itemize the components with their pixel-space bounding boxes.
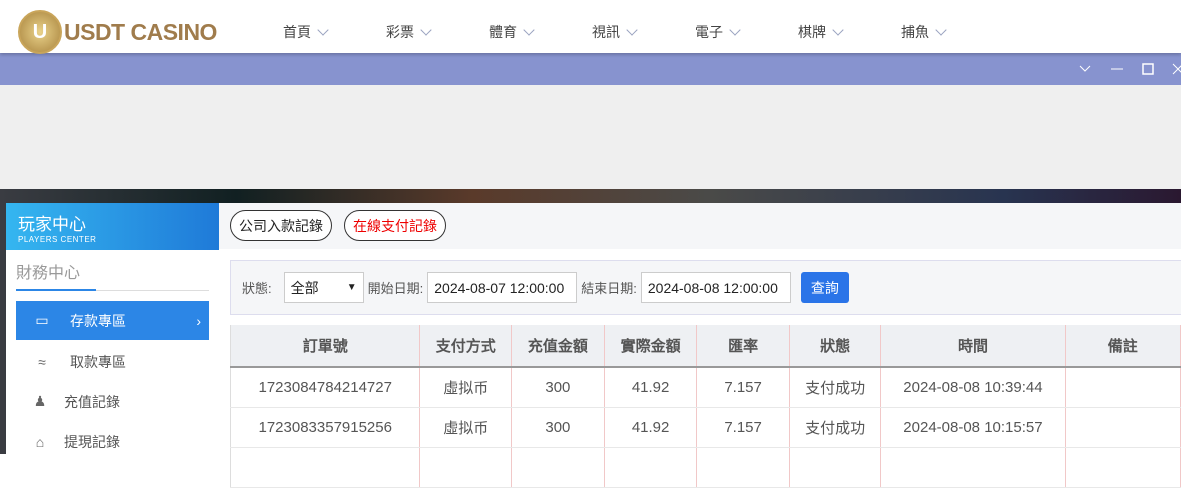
- col-status: 狀態: [789, 325, 882, 368]
- main-nav: 首頁 彩票 體育 視訊 電子 棋牌 捕魚: [283, 22, 1004, 42]
- nav-sports[interactable]: 體育: [489, 22, 592, 42]
- chevron-down-icon: [626, 23, 638, 36]
- col-rate: 匯率: [696, 325, 790, 368]
- status-label: 狀態:: [242, 281, 272, 296]
- cell-amount: 300: [511, 407, 605, 448]
- cell-status: 支付成功: [789, 407, 882, 448]
- close-icon[interactable]: [1168, 53, 1181, 85]
- col-order-no: 訂單號: [229, 325, 421, 368]
- sidebar-item-withdraw-records[interactable]: ⌂ 提現記錄: [16, 422, 209, 461]
- chevron-right-icon: ›: [196, 312, 201, 329]
- cell-status: 支付成功: [789, 367, 882, 408]
- nav-cards[interactable]: 棋牌: [798, 22, 901, 42]
- nav-slots[interactable]: 電子: [695, 22, 798, 42]
- maximize-icon[interactable]: [1138, 53, 1158, 85]
- table-row: 1723083357915256 虛拟币 300 41.92 7.157 支付成功 2024…: [229, 407, 1181, 448]
- main-content: 公司入款記錄 在線支付記錄 狀態: 全部 ▼ 開始日期: 2024-08-07 1…: [219, 203, 1181, 488]
- cell-rate: 7.157: [696, 367, 790, 408]
- records-table: 訂單號 支付方式 充值金額 實際金額 匯率 狀態 時間 備註 172308478…: [229, 325, 1181, 488]
- chevron-down-icon: [420, 23, 432, 36]
- cell-time: 2024-08-08 10:39:44: [880, 367, 1066, 408]
- status-value: 全部: [290, 279, 319, 296]
- nav-label: 電子: [695, 24, 723, 40]
- nav-live[interactable]: 視訊: [592, 22, 695, 42]
- sidebar-item-label: 提現記錄: [64, 433, 120, 450]
- nav-lottery[interactable]: 彩票: [386, 22, 489, 42]
- table-header: 訂單號 支付方式 充值金額 實際金額 匯率 狀態 時間 備註: [229, 325, 1181, 368]
- col-actual: 實際金額: [604, 325, 698, 368]
- cell-actual: 41.92: [604, 407, 698, 448]
- chevron-down-icon: [729, 23, 741, 36]
- chevron-down-icon: [935, 23, 947, 36]
- section-title: 財務中心: [16, 259, 209, 291]
- record-tabs: 公司入款記錄 在線支付記錄: [219, 203, 1181, 249]
- window-titlebar: [0, 53, 1181, 85]
- tab-online-payment[interactable]: 在線支付記錄: [344, 210, 446, 241]
- col-amount: 充值金額: [511, 325, 605, 368]
- col-pay-method: 支付方式: [419, 325, 512, 368]
- chevron-down-icon: ▼: [346, 282, 357, 293]
- filter-bar: 狀態: 全部 ▼ 開始日期: 2024-08-07 12:00:00 結束日期: …: [230, 260, 1181, 315]
- cell-amount: 300: [511, 367, 605, 408]
- sidebar-subtitle: PLAYERS CENTER: [18, 235, 97, 244]
- cell-note: [1065, 367, 1181, 408]
- cell-actual: 41.92: [604, 367, 698, 408]
- sidebar-item-label: 取款專區: [70, 353, 126, 370]
- logo-badge: U: [18, 10, 62, 54]
- nav-label: 視訊: [592, 24, 620, 40]
- hand-icon: ≈: [38, 353, 46, 370]
- query-button[interactable]: 查詢: [800, 272, 849, 303]
- chevron-down-icon: [523, 23, 535, 36]
- sidebar-item-deposit[interactable]: ▭ 存款專區 ›: [16, 301, 209, 340]
- nav-label: 棋牌: [798, 24, 826, 40]
- cell-rate: 7.157: [696, 407, 790, 448]
- card-icon: ▭: [35, 312, 49, 328]
- nav-fishing[interactable]: 捕魚: [901, 22, 1004, 42]
- logo[interactable]: U USDT CASINO: [18, 10, 217, 54]
- nav-label: 彩票: [386, 24, 414, 40]
- cell-order-no: 1723083357915256: [229, 407, 421, 448]
- nav-label: 首頁: [283, 24, 311, 40]
- table-row: [229, 447, 1181, 488]
- logo-text: USDT CASINO: [64, 18, 217, 45]
- table-row: 1723084784214727 虛拟币 300 41.92 7.157 支付成功 2024…: [229, 367, 1181, 408]
- sidebar: 玩家中心 PLAYERS CENTER 財務中心 ▭ 存款專區 › ≈ 取款專區 ♟ 充…: [6, 203, 219, 454]
- nav-label: 體育: [489, 24, 517, 40]
- start-date-label: 開始日期:: [367, 281, 424, 296]
- tab-company-deposit[interactable]: 公司入款記錄: [230, 210, 332, 241]
- top-navbar: U USDT CASINO 首頁 彩票 體育 視訊 電子 棋牌 捕魚: [0, 0, 1181, 54]
- col-note: 備註: [1065, 325, 1181, 368]
- banner-area: [0, 85, 1181, 189]
- chevron-down-icon[interactable]: [1075, 53, 1095, 85]
- col-time: 時間: [880, 325, 1066, 368]
- cell-pay-method: 虛拟币: [419, 367, 512, 408]
- sidebar-title: 玩家中心: [18, 215, 86, 234]
- wallet-icon: ⌂: [35, 433, 45, 450]
- cell-pay-method: 虛拟币: [419, 407, 512, 448]
- minimize-icon[interactable]: [1107, 53, 1127, 85]
- cell-order-no: 1723084784214727: [229, 367, 421, 408]
- start-date-input[interactable]: 2024-08-07 12:00:00: [427, 272, 578, 303]
- sidebar-header: 玩家中心 PLAYERS CENTER: [6, 203, 219, 250]
- end-date-input[interactable]: 2024-08-08 12:00:00: [640, 272, 791, 303]
- end-date-label: 結束日期:: [581, 281, 637, 296]
- nav-label: 捕魚: [901, 24, 929, 40]
- sidebar-item-label: 充值記錄: [64, 393, 120, 410]
- cell-note: [1065, 407, 1181, 448]
- sidebar-item-label: 存款專區: [70, 312, 126, 329]
- chevron-down-icon: [317, 23, 329, 36]
- sidebar-item-withdraw[interactable]: ≈ 取款專區: [16, 342, 209, 381]
- cell-time: 2024-08-08 10:15:57: [880, 407, 1066, 448]
- status-select[interactable]: 全部 ▼: [283, 272, 364, 303]
- money-bag-icon: ♟: [33, 393, 47, 409]
- chevron-down-icon: [832, 23, 844, 36]
- sidebar-item-recharge-records[interactable]: ♟ 充值記錄: [16, 382, 209, 421]
- nav-home[interactable]: 首頁: [283, 22, 386, 42]
